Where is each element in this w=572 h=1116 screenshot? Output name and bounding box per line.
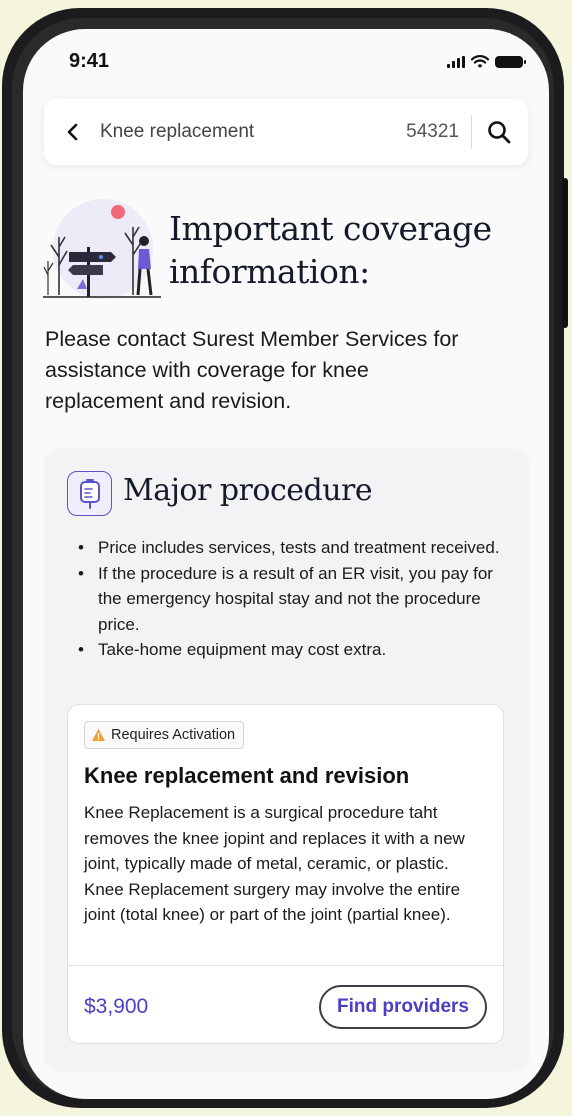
search-divider — [471, 115, 472, 149]
back-chevron-icon[interactable] — [62, 121, 84, 143]
search-icon[interactable] — [486, 119, 512, 145]
procedure-description: Knee Replacement is a surgical procedure… — [84, 803, 465, 924]
card-title: Major procedure — [123, 473, 373, 508]
badge-label: Requires Activation — [111, 727, 236, 743]
procedure-name: Knee replacement and revision — [84, 763, 410, 788]
warning-icon — [92, 729, 105, 741]
wifi-icon — [471, 55, 489, 68]
page-title: Important coverage information: — [169, 207, 529, 293]
search-zip[interactable]: 54321 — [406, 121, 471, 143]
procedure-detail-card: Requires Activation Knee replacement and… — [67, 704, 504, 1044]
page-title-line-2: information: — [169, 252, 370, 291]
screen: 9:41 Knee replacement 54321 Important co… — [23, 29, 549, 1099]
battery-icon — [495, 56, 526, 68]
bullet-item: If the procedure is a result of an ER vi… — [78, 561, 508, 638]
phone-frame: 9:41 Knee replacement 54321 Important co… — [2, 8, 568, 1108]
coverage-message: Please contact Surest Member Services fo… — [45, 327, 459, 413]
status-icons — [447, 55, 526, 69]
procedure-price: $3,900 — [84, 995, 149, 1018]
iv-bag-icon — [67, 471, 112, 516]
page-title-line-1: Important coverage — [169, 209, 492, 248]
bullet-item: Take-home equipment may cost extra. — [78, 637, 508, 663]
bullet-list: Price includes services, tests and treat… — [78, 535, 508, 663]
activation-badge: Requires Activation — [84, 721, 245, 749]
status-time: 9:41 — [69, 50, 110, 72]
procedure-card: Major procedure Price includes services,… — [46, 449, 528, 1069]
divider — [68, 965, 503, 966]
signpost-illustration — [43, 199, 161, 299]
bullet-item: Price includes services, tests and treat… — [78, 535, 508, 561]
signal-icon — [447, 56, 465, 68]
search-bar[interactable]: Knee replacement 54321 — [44, 99, 528, 165]
side-button — [562, 178, 568, 328]
find-providers-button[interactable]: Find providers — [319, 985, 487, 1029]
search-query[interactable]: Knee replacement — [100, 121, 406, 143]
